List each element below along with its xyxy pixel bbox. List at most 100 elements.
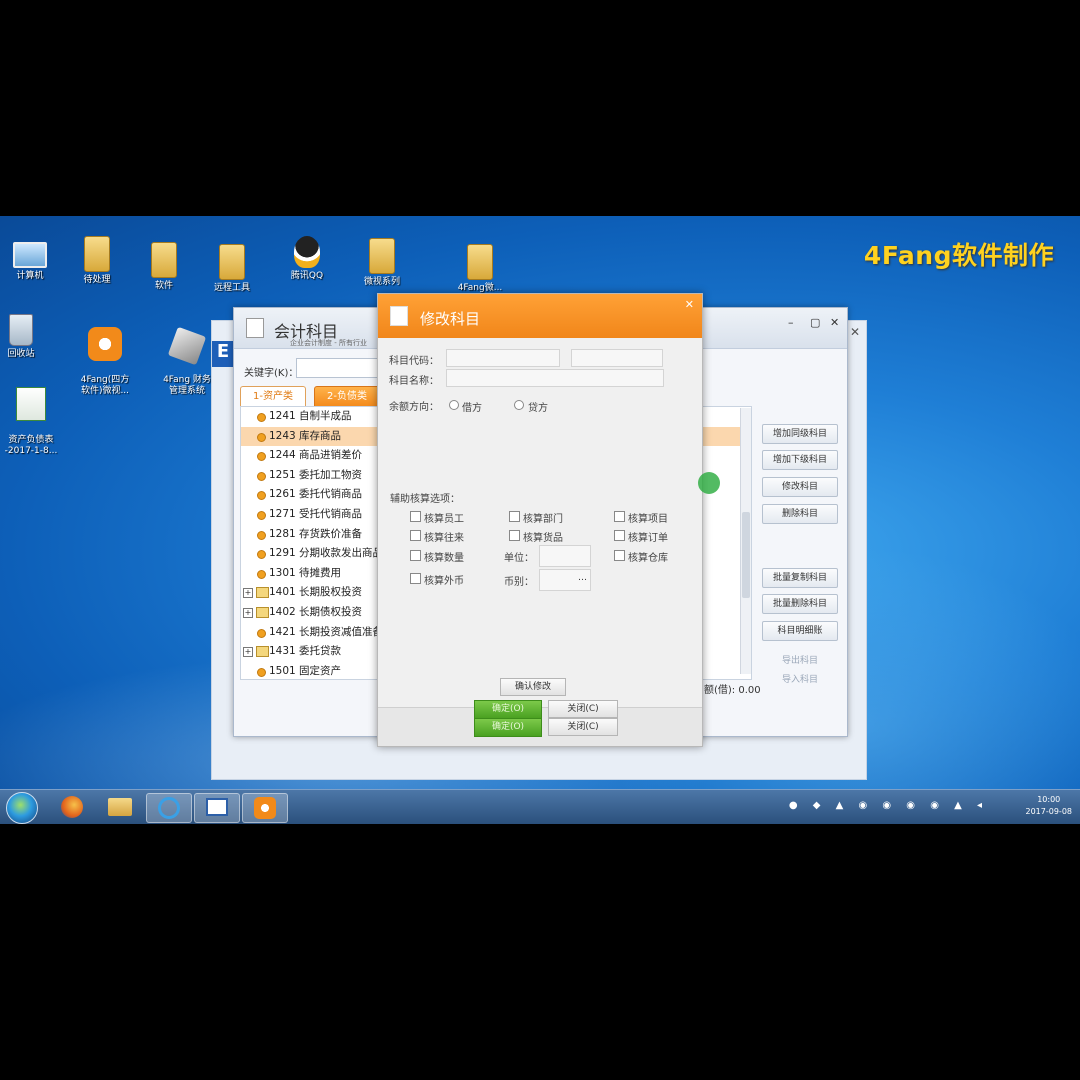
tree-row-label: 1421 长期投资减值准备 — [269, 625, 384, 638]
desktop-icon-4fang-weishi[interactable]: 4Fang微... — [443, 244, 517, 294]
account-ledger-button[interactable]: 科目明细账 — [762, 621, 838, 641]
clock-date: 2017-09-08 — [1025, 807, 1073, 816]
desktop-icon-recycle-bin[interactable]: 回收站 — [0, 314, 58, 360]
batch-copy-button[interactable]: 批量复制科目 — [762, 568, 838, 588]
credit-radio[interactable] — [514, 400, 524, 410]
tree-row-label: 1291 分期收款发出商品 — [269, 547, 384, 560]
minimize-icon[interactable]: – — [788, 316, 794, 329]
edit-account-button[interactable]: 修改科目 — [762, 477, 838, 497]
desktop-icon-software[interactable]: 软件 — [127, 242, 201, 292]
option-checkbox[interactable] — [614, 530, 625, 541]
app-window-icon[interactable] — [194, 793, 240, 823]
desktop-icon-label: 远程工具 — [213, 283, 250, 293]
dropdown-icon: … — [578, 573, 587, 583]
desktop-icon-computer[interactable]: 计算机 — [0, 242, 67, 282]
tree-row-label: 1501 固定资产 — [269, 664, 342, 677]
start-button[interactable] — [6, 792, 38, 824]
maximize-icon[interactable]: ▢ — [810, 316, 820, 329]
ok-button[interactable]: 确定(O) — [474, 700, 542, 719]
expand-icon[interactable]: + — [243, 647, 253, 658]
debit-radio[interactable] — [449, 400, 459, 410]
code-input[interactable] — [446, 349, 560, 367]
desktop-icon-weishi[interactable]: 微视系列 — [345, 238, 419, 288]
close-button-duplicate[interactable]: 关闭(C) — [548, 718, 618, 736]
option-checkbox[interactable] — [614, 550, 625, 561]
option-checkbox[interactable] — [410, 511, 421, 522]
add-sibling-account-button[interactable]: 增加同级科目 — [762, 424, 838, 444]
keyword-input[interactable] — [296, 358, 378, 378]
export-accounts-link[interactable]: 导出科目 — [782, 653, 818, 666]
desktop-icon-label: 4Fang 财务 管理系统 — [163, 375, 211, 396]
app-icon — [88, 327, 122, 361]
option-label: 核算货品 — [523, 533, 563, 544]
folder-icon — [256, 646, 269, 658]
tree-row-label: 1401 长期股权投资 — [269, 586, 363, 599]
leaf-icon — [257, 667, 266, 677]
edit-account-dialog: 修改科目 ✕ 科目代码： 科目名称： 余额方向： 借方 贷方 辅助核算选项： 核… — [377, 293, 703, 747]
recycle-bin-icon — [9, 314, 33, 346]
tab-liabilities[interactable]: 2-负债类 — [314, 386, 380, 407]
close-icon[interactable]: ✕ — [830, 316, 839, 329]
expand-icon[interactable]: + — [243, 588, 253, 599]
aux-options-label: 辅助核算选项： — [390, 494, 460, 505]
desktop-icon-label: 软件 — [154, 281, 173, 291]
scrollbar-thumb[interactable] — [742, 512, 750, 598]
currency-label: 币别： — [504, 577, 534, 588]
currency-select[interactable]: … — [539, 569, 591, 591]
system-tray-icons[interactable]: ● ◆ ▲ ◉ ◉ ◉ ◉ ▲ ◂ — [789, 800, 988, 811]
tree-row-label: 1243 库存商品 — [269, 429, 342, 442]
tree-row-label: 1261 委托代销商品 — [269, 488, 363, 501]
close-icon[interactable]: ✕ — [850, 325, 860, 339]
desktop-icon-4fang-app[interactable]: 4Fang(四方 软件)微视... — [68, 316, 142, 397]
expand-icon[interactable]: + — [243, 607, 253, 618]
batch-delete-button[interactable]: 批量删除科目 — [762, 594, 838, 614]
unit-input[interactable] — [539, 545, 591, 567]
desktop-icon-qq[interactable]: 腾讯QQ — [270, 236, 344, 282]
window-icon — [246, 318, 264, 338]
folder-icon — [467, 244, 493, 280]
option-checkbox[interactable] — [410, 573, 421, 584]
import-accounts-link[interactable]: 导入科目 — [782, 672, 818, 685]
desktop-icon-pending[interactable]: 待处理 — [60, 236, 134, 286]
dialog-titlebar: 修改科目 ✕ — [378, 294, 702, 338]
4fang-taskbar-icon[interactable] — [242, 793, 288, 823]
tree-scrollbar[interactable] — [740, 408, 751, 674]
direction-label: 余额方向： — [389, 402, 439, 413]
folder-icon — [151, 242, 177, 278]
explorer-icon[interactable] — [98, 793, 142, 821]
ie-icon[interactable] — [146, 793, 192, 823]
option-checkbox[interactable] — [410, 530, 421, 541]
firefox-icon[interactable] — [50, 793, 94, 821]
leaf-icon — [257, 452, 266, 462]
add-child-account-button[interactable]: 增加下级科目 — [762, 450, 838, 470]
app-icon — [167, 326, 207, 366]
leaf-icon — [257, 550, 266, 560]
desktop-icon-remote-tools[interactable]: 远程工具 — [195, 244, 269, 294]
option-label: 核算部门 — [523, 514, 563, 525]
option-label: 核算外币 — [424, 576, 464, 587]
dialog-icon — [390, 306, 408, 326]
taskbar: ● ◆ ▲ ◉ ◉ ◉ ◉ ▲ ◂ 10:00 2017-09-08 — [0, 789, 1080, 824]
option-checkbox[interactable] — [509, 511, 520, 522]
option-checkbox[interactable] — [410, 550, 421, 561]
ok-button-duplicate[interactable]: 确定(O) — [474, 718, 542, 737]
tab-assets[interactable]: 1-资产类 — [240, 386, 306, 407]
confirm-edit-button[interactable]: 确认修改 — [500, 678, 566, 696]
delete-account-button[interactable]: 删除科目 — [762, 504, 838, 524]
desktop-icon-balance-sheet[interactable]: 资产负债表 -2017-1-8... — [0, 376, 68, 457]
close-button[interactable]: 关闭(C) — [548, 700, 618, 718]
option-checkbox[interactable] — [509, 530, 520, 541]
desktop-icon-label: 4Fang(四方 软件)微视... — [80, 375, 130, 396]
option-checkbox[interactable] — [614, 511, 625, 522]
close-icon[interactable]: ✕ — [685, 298, 694, 311]
tree-row-label: 1402 长期债权投资 — [269, 605, 363, 618]
name-input[interactable] — [446, 369, 664, 387]
tree-row-label: 1301 待摊费用 — [269, 566, 342, 579]
clock[interactable]: 10:00 2017-09-08 — [1026, 794, 1073, 818]
folder-icon — [256, 587, 269, 599]
qq-icon — [294, 236, 320, 268]
tree-row-label: 1281 存货跌价准备 — [269, 527, 363, 540]
folder-icon — [369, 238, 395, 274]
code-suffix-input[interactable] — [571, 349, 663, 367]
watermark-text: 4Fang软件制作 — [863, 241, 1054, 270]
